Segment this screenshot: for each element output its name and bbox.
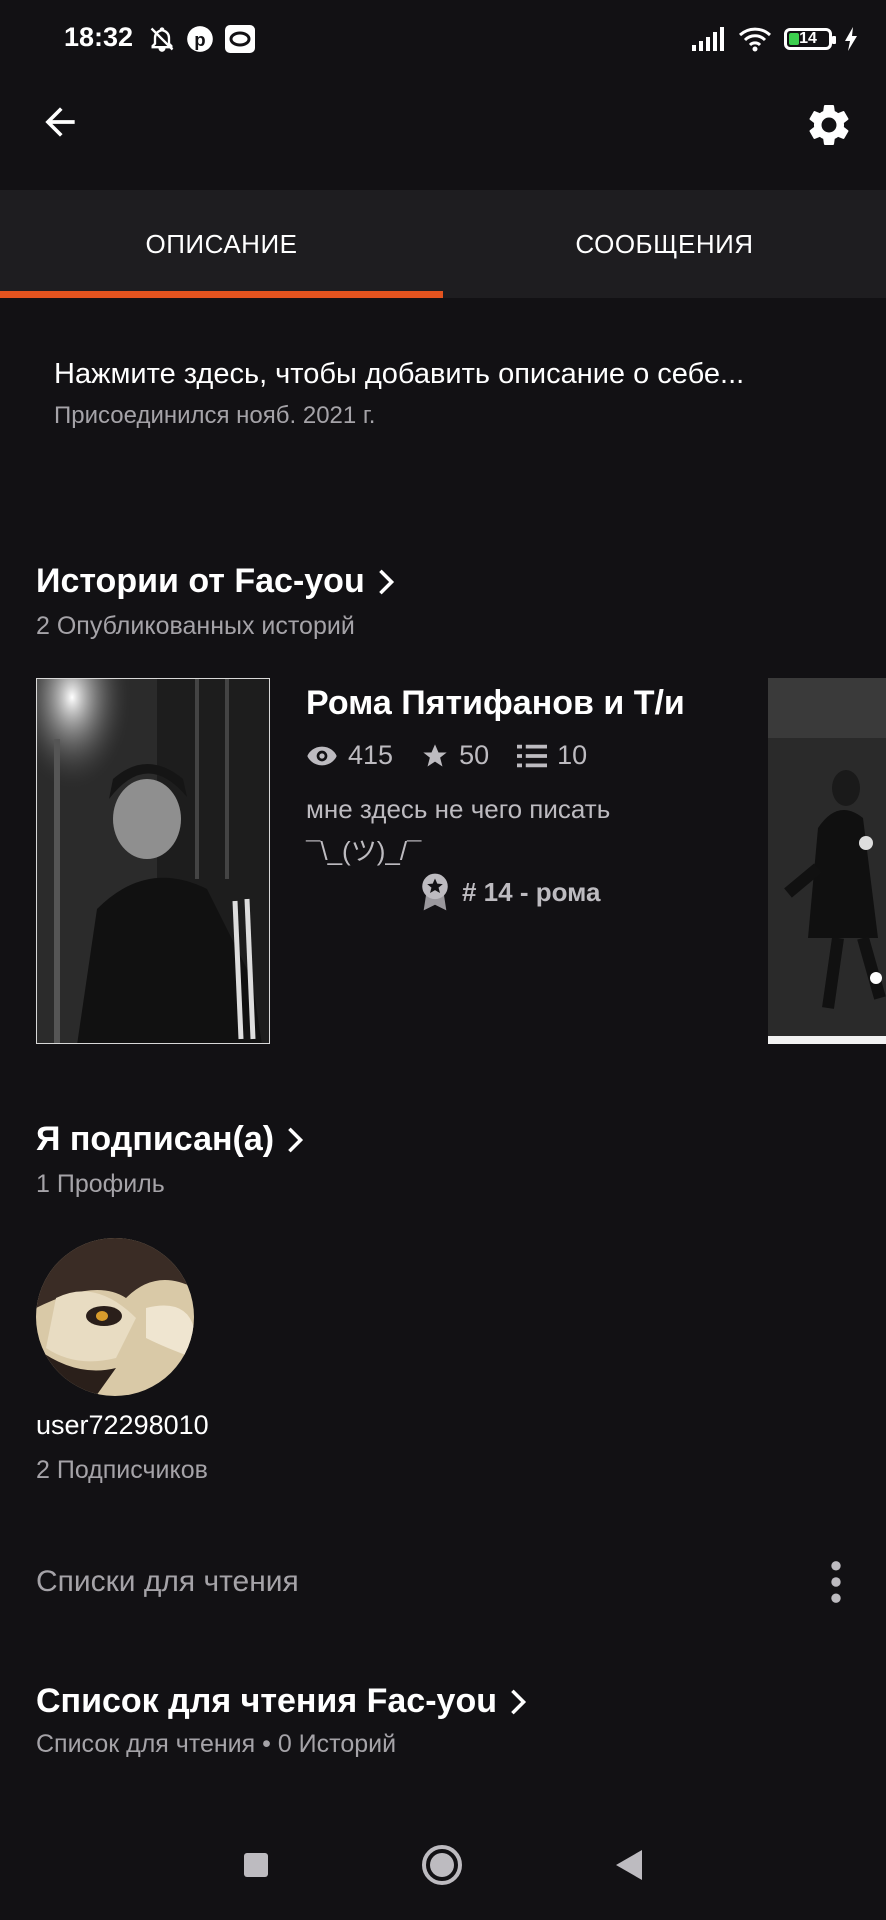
followed-followers-count: 2 Подписчиков — [36, 1456, 208, 1484]
tab-description[interactable]: ОПИСАНИЕ — [0, 190, 443, 298]
reading-list-subtitle: Список для чтения • 0 Историй — [36, 1730, 397, 1758]
joined-date: Присоединился нояб. 2021 г. — [54, 402, 376, 429]
reading-lists-label: Списки для чтения — [36, 1565, 299, 1598]
list-icon — [517, 744, 548, 767]
wifi-icon — [738, 27, 772, 52]
following-section-header[interactable]: Я подписан(а) — [36, 1120, 304, 1159]
eye-icon — [307, 746, 337, 765]
home-circle-icon[interactable] — [420, 1843, 464, 1887]
gear-icon — [809, 104, 849, 146]
battery-level: 14 — [799, 30, 817, 47]
avatar[interactable] — [36, 1238, 194, 1396]
svg-text:p: p — [194, 29, 205, 50]
story-cover-image — [37, 679, 269, 1043]
star-icon — [423, 743, 447, 766]
chevron-right-icon — [288, 1127, 304, 1152]
bell-off-icon — [150, 27, 174, 52]
reading-list-header[interactable]: Список для чтения Fac-you — [36, 1682, 527, 1721]
status-system-icons: 14 — [692, 26, 858, 52]
stories-section-header[interactable]: Истории от Fac-you — [36, 562, 395, 601]
recents-square-icon[interactable] — [242, 1851, 270, 1879]
more-vertical-icon — [831, 1561, 841, 1603]
back-button[interactable] — [38, 100, 90, 152]
story-cover-image — [768, 678, 886, 1036]
story-description: мне здесь не чего писать ¯\_(ツ)_/¯ — [306, 788, 746, 872]
views-stat: 415 — [306, 740, 393, 771]
story-description-line: ¯\_(ツ)_/¯ — [306, 836, 422, 866]
story-description-line: мне здесь не чего писать — [306, 794, 611, 824]
votes-count: 50 — [459, 740, 490, 770]
status-notification-icons: p — [148, 24, 256, 54]
following-section-title: Я подписан(а) — [36, 1120, 275, 1158]
system-navigation-bar — [0, 1810, 886, 1920]
stories-count: 2 Опубликованных историй — [36, 612, 355, 640]
chevron-right-icon — [511, 1689, 527, 1714]
story-title[interactable]: Рома Пятифанов и Т/и — [306, 684, 685, 723]
status-time: 18:32 — [64, 22, 134, 52]
chevron-right-icon — [378, 569, 394, 594]
views-count: 415 — [348, 740, 394, 770]
parts-stat: 10 — [517, 740, 587, 771]
parts-count: 10 — [557, 740, 588, 770]
story-stats: 415 50 10 — [306, 740, 615, 771]
arrow-left-icon — [45, 107, 75, 137]
award-badge-icon — [422, 873, 448, 911]
app-notification-icon — [225, 25, 255, 53]
avatar-image — [36, 1238, 194, 1396]
reading-list-title: Список для чтения Fac-you — [36, 1682, 497, 1720]
add-description-prompt[interactable]: Нажмите здесь, чтобы добавить описание о… — [54, 358, 744, 391]
tab-messages[interactable]: СООБЩЕНИЯ — [443, 190, 886, 298]
votes-stat: 50 — [421, 740, 489, 771]
back-triangle-icon[interactable] — [614, 1848, 644, 1882]
reading-lists-more-button[interactable] — [826, 1560, 846, 1604]
profile-tabs: ОПИСАНИЕ СООБЩЕНИЯ — [0, 190, 886, 298]
story-cover[interactable] — [36, 678, 270, 1044]
story-rank[interactable]: # 14 - рома — [418, 872, 600, 912]
battery-indicator: 14 — [784, 28, 836, 50]
pinterest-icon: p — [187, 26, 213, 52]
signal-icon — [692, 27, 724, 51]
following-count: 1 Профиль — [36, 1170, 165, 1198]
story-rank-label: # 14 - рома — [462, 876, 601, 907]
settings-button[interactable] — [804, 100, 856, 152]
charging-icon — [845, 27, 857, 51]
followed-username[interactable]: user72298010 — [36, 1410, 209, 1441]
next-story-cover[interactable] — [768, 678, 886, 1044]
stories-section-title: Истории от Fac-you — [36, 562, 365, 600]
